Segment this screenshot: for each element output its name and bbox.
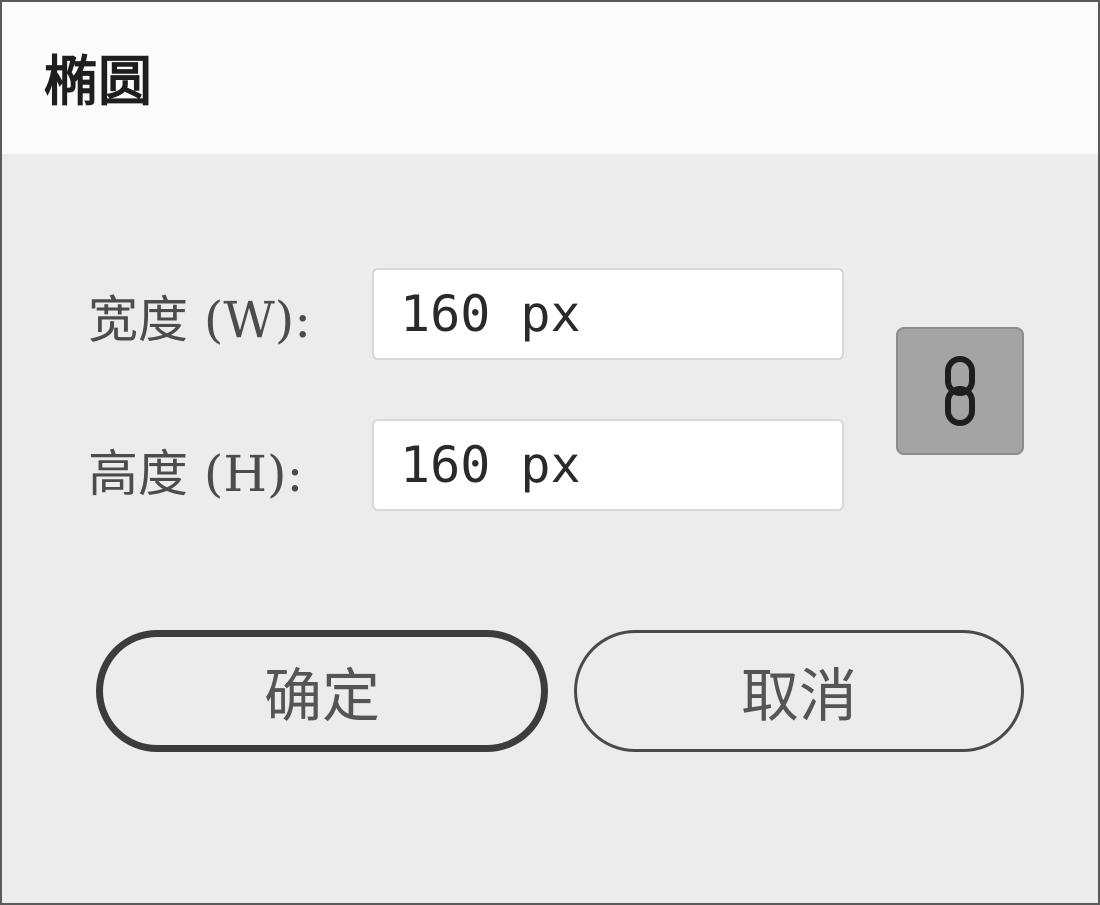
constrain-proportions-button[interactable] xyxy=(896,327,1024,455)
width-input[interactable] xyxy=(372,268,844,360)
dialog-title-bar: 椭圆 xyxy=(2,2,1098,154)
dialog-title: 椭圆 xyxy=(44,50,152,113)
ellipse-dialog: 椭圆 宽度 (W): 高度 (H): 确定 取消 xyxy=(0,0,1100,905)
height-input[interactable] xyxy=(372,419,844,511)
height-label: 高度 (H): xyxy=(88,445,304,503)
ok-button[interactable]: 确定 xyxy=(96,630,548,752)
width-label: 宽度 (W): xyxy=(88,291,312,349)
cancel-button[interactable]: 取消 xyxy=(574,630,1024,752)
link-icon xyxy=(945,356,975,426)
